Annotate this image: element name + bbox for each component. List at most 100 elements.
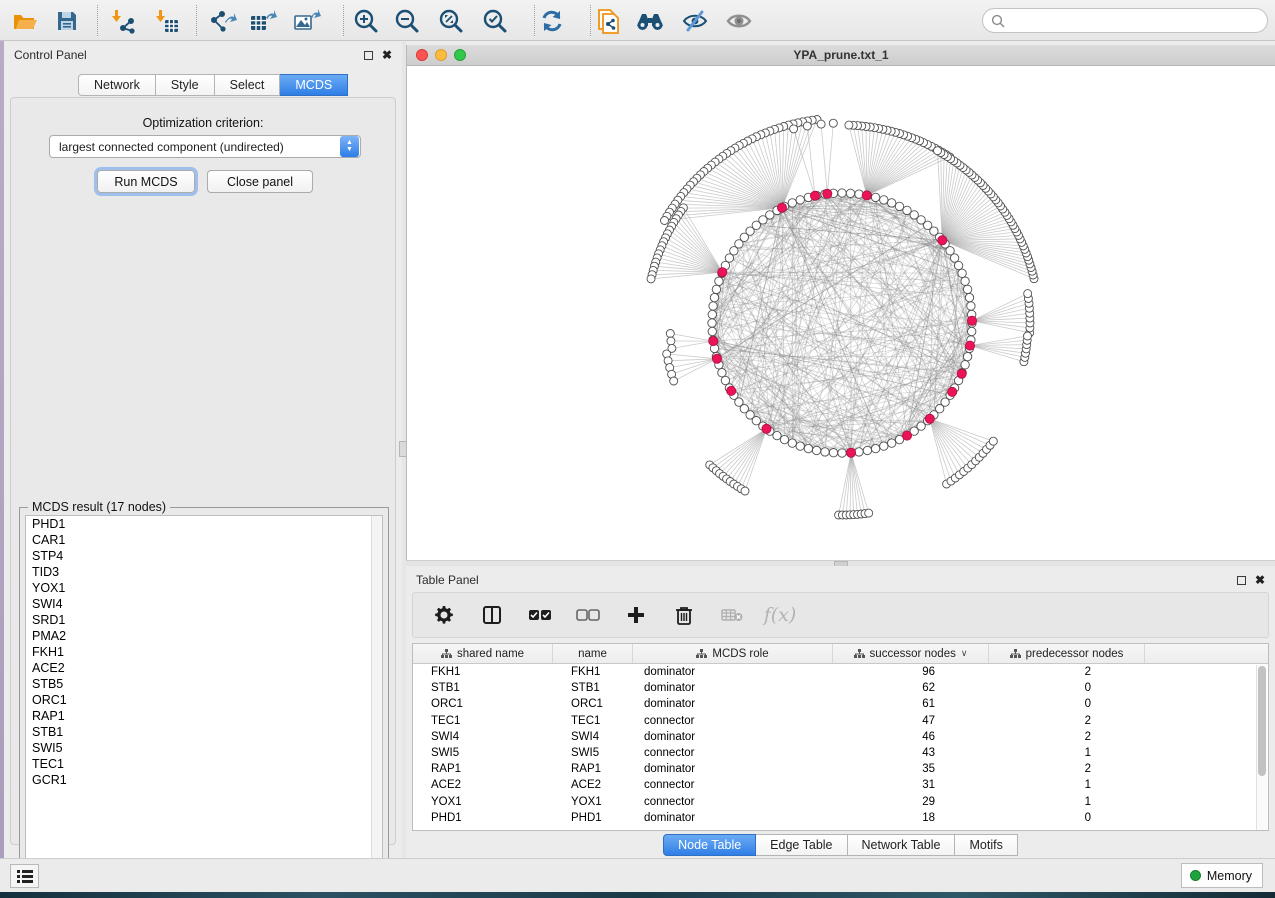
zoom-fit-button[interactable] <box>436 6 466 36</box>
mcds-result-node[interactable]: ACE2 <box>26 660 382 676</box>
column-header-predecessor-nodes[interactable]: predecessor nodes <box>989 644 1145 663</box>
select-all-button[interactable] <box>527 602 553 628</box>
export-image-button[interactable] <box>292 6 322 36</box>
node-table: shared name name MCDS role successor nod… <box>412 643 1269 831</box>
table-row[interactable]: YOX1 YOX1 connector 29 1 <box>413 794 1268 810</box>
float-panel-icon[interactable] <box>364 51 373 60</box>
folder-icon <box>12 10 38 32</box>
table-row[interactable]: RAP1 RAP1 dominator 35 2 <box>413 761 1268 777</box>
network-window-title: YPA_prune.txt_1 <box>407 48 1275 62</box>
export-table-button[interactable] <box>248 6 278 36</box>
add-column-button[interactable] <box>623 602 649 628</box>
mcds-result-node[interactable]: RAP1 <box>26 708 382 724</box>
column-header-mcds-role[interactable]: MCDS role <box>633 644 833 663</box>
table-scrollbar[interactable] <box>1256 665 1267 830</box>
mcds-result-node[interactable]: PHD1 <box>26 516 382 532</box>
toolbar-separator <box>590 5 591 36</box>
control-panel-tab[interactable]: Style <box>156 74 215 96</box>
table-panel-titlebar: Table Panel ✖ <box>406 566 1275 594</box>
run-mcds-button[interactable]: Run MCDS <box>97 170 195 193</box>
zoom-in-button[interactable] <box>351 6 381 36</box>
unselect-all-button[interactable] <box>575 602 601 628</box>
close-panel-icon[interactable]: ✖ <box>382 51 392 60</box>
network-canvas[interactable] <box>407 66 1275 560</box>
export-image-icon <box>293 8 321 34</box>
hide-selected-button[interactable] <box>680 6 710 36</box>
mcds-result-node[interactable]: FKH1 <box>26 644 382 660</box>
save-session-button[interactable] <box>52 6 82 36</box>
table-row[interactable]: STB1 STB1 dominator 62 0 <box>413 680 1268 696</box>
network-window: YPA_prune.txt_1 <box>406 45 1275 560</box>
refresh-view-button[interactable] <box>537 6 567 36</box>
mcds-result-node[interactable]: PMA2 <box>26 628 382 644</box>
search-input[interactable] <box>1005 11 1267 31</box>
control-panel: Control Panel ✖ Network Style Select MCD… <box>4 41 402 858</box>
list-icon <box>17 869 33 883</box>
mcds-result-node[interactable]: GCR1 <box>26 772 382 788</box>
table-row[interactable]: FKH1 FKH1 dominator 96 2 <box>413 664 1268 680</box>
optimization-criterion-select[interactable]: largest connected component (undirected)… <box>49 135 361 158</box>
delete-table-button[interactable] <box>719 602 745 628</box>
float-panel-icon[interactable] <box>1237 576 1246 585</box>
table-row[interactable]: TEC1 TEC1 connector 47 2 <box>413 713 1268 729</box>
zoom-selected-button[interactable] <box>480 6 510 36</box>
mcds-result-node[interactable]: ORC1 <box>26 692 382 708</box>
table-tab[interactable]: Motifs <box>955 834 1017 856</box>
mcds-result-node[interactable]: SWI4 <box>26 596 382 612</box>
toolbar-separator <box>343 5 344 36</box>
column-header-shared-name[interactable]: shared name <box>413 644 553 663</box>
column-layout-button[interactable] <box>479 602 505 628</box>
close-panel-button[interactable]: Close panel <box>207 170 313 193</box>
close-panel-icon[interactable]: ✖ <box>1255 576 1265 585</box>
table-tab[interactable]: Edge Table <box>756 834 847 856</box>
control-panel-tab[interactable]: MCDS <box>280 74 348 96</box>
column-header-name[interactable]: name <box>553 644 633 663</box>
table-row[interactable]: SWI4 SWI4 dominator 46 2 <box>413 729 1268 745</box>
import-table-icon <box>154 8 180 34</box>
table-row[interactable]: PHD1 PHD1 dominator 18 0 <box>413 810 1268 826</box>
mcds-result-list[interactable]: PHD1 CAR1 STP4 TID3 YOX1 SWI4 SRD1 PMA2 … <box>25 515 383 873</box>
mcds-result-node[interactable]: TID3 <box>26 564 382 580</box>
search-box[interactable] <box>982 8 1268 33</box>
control-panel-tabs: Network Style Select MCDS <box>78 74 348 96</box>
network-window-titlebar[interactable]: YPA_prune.txt_1 <box>407 45 1275 66</box>
maximize-window-icon[interactable] <box>454 49 466 61</box>
table-tab[interactable]: Node Table <box>663 834 756 856</box>
function-builder-button[interactable]: f(x) <box>767 602 793 628</box>
task-history-button[interactable] <box>10 864 39 888</box>
clone-network-button[interactable] <box>594 6 624 36</box>
mcds-result-node[interactable]: SRD1 <box>26 612 382 628</box>
show-all-button[interactable] <box>724 6 754 36</box>
table-toolbar: f(x) <box>412 592 1269 638</box>
control-panel-tab[interactable]: Select <box>215 74 281 96</box>
mcds-result-node[interactable]: YOX1 <box>26 580 382 596</box>
table-row[interactable]: ACE2 ACE2 connector 31 1 <box>413 777 1268 793</box>
memory-label: Memory <box>1207 869 1252 883</box>
main-toolbar <box>0 0 1275 41</box>
table-tab[interactable]: Network Table <box>848 834 956 856</box>
mcds-result-node[interactable]: STB1 <box>26 724 382 740</box>
mcds-result-node[interactable]: STP4 <box>26 548 382 564</box>
mcds-result-node[interactable]: STB5 <box>26 676 382 692</box>
first-neighbors-button[interactable] <box>635 6 665 36</box>
mcds-list-scrollbar[interactable] <box>371 516 382 872</box>
import-table-button[interactable] <box>152 6 182 36</box>
import-network-button[interactable] <box>108 6 138 36</box>
minimize-window-icon[interactable] <box>435 49 447 61</box>
table-row[interactable]: SWI5 SWI5 connector 43 1 <box>413 745 1268 761</box>
table-row[interactable]: ORC1 ORC1 dominator 61 0 <box>413 696 1268 712</box>
open-file-button[interactable] <box>10 6 40 36</box>
scrollbar-thumb[interactable] <box>1258 666 1266 776</box>
mcds-result-node[interactable]: SWI5 <box>26 740 382 756</box>
network-graph[interactable] <box>407 66 1275 560</box>
close-window-icon[interactable] <box>416 49 428 61</box>
column-header-successor-nodes[interactable]: successor nodes ∨ <box>833 644 989 663</box>
mcds-result-node[interactable]: CAR1 <box>26 532 382 548</box>
table-settings-button[interactable] <box>431 602 457 628</box>
memory-button[interactable]: Memory <box>1181 863 1263 888</box>
zoom-out-button[interactable] <box>392 6 422 36</box>
control-panel-tab[interactable]: Network <box>78 74 156 96</box>
delete-column-button[interactable] <box>671 602 697 628</box>
export-network-button[interactable] <box>208 6 238 36</box>
mcds-result-node[interactable]: TEC1 <box>26 756 382 772</box>
